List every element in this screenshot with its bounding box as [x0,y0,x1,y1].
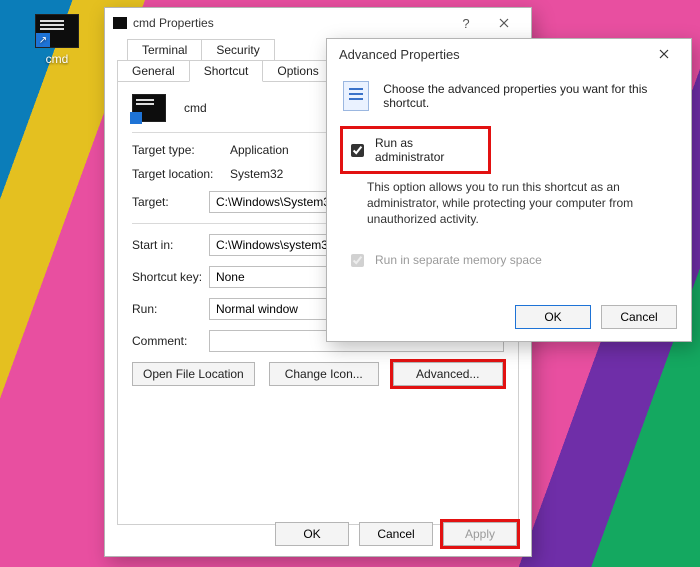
target-location-label: Target location: [132,167,230,181]
window-advanced-properties: Advanced Properties Choose the advanced … [326,38,692,342]
dialog-footer: OK Cancel [515,305,677,329]
desktop-shortcut-cmd[interactable]: ↗ cmd [30,14,84,66]
help-button[interactable] [447,8,485,38]
separate-memory-checkbox [351,254,364,267]
tab-shortcut[interactable]: Shortcut [189,60,264,82]
apply-button[interactable]: Apply [443,522,517,546]
target-label: Target: [132,195,209,209]
separate-memory-label: Run in separate memory space [375,253,542,267]
dialog-footer: OK Cancel Apply [275,522,517,546]
desktop-shortcut-label: cmd [30,52,84,66]
cancel-button[interactable]: Cancel [359,522,433,546]
separate-memory-option: Run in separate memory space [343,244,675,277]
tab-terminal[interactable]: Terminal [127,39,202,60]
window-title: Advanced Properties [339,47,460,62]
run-as-administrator-description: This option allows you to run this short… [367,179,675,228]
shortcut-arrow-icon [130,112,142,124]
cancel-button[interactable]: Cancel [601,305,677,329]
titlebar[interactable]: Advanced Properties [327,39,691,69]
window-title: cmd Properties [133,16,214,30]
properties-sheet-icon [343,81,369,111]
tab-security[interactable]: Security [201,39,274,60]
shortcut-name: cmd [184,101,207,115]
open-file-location-button[interactable]: Open File Location [132,362,255,386]
cmd-titlebar-icon [113,17,127,29]
ok-button[interactable]: OK [275,522,349,546]
shortcut-large-icon [132,94,166,122]
advanced-intro-text: Choose the advanced properties you want … [383,82,675,110]
shortcut-key-label: Shortcut key: [132,270,209,284]
tab-options[interactable]: Options [262,60,333,82]
comment-label: Comment: [132,334,209,348]
close-button[interactable] [645,39,683,69]
close-button[interactable] [485,8,523,38]
advanced-button[interactable]: Advanced... [393,362,503,386]
run-as-administrator-option[interactable]: Run as administrator [343,129,488,171]
target-type-label: Target type: [132,143,230,157]
shortcut-arrow-icon: ↗ [36,33,50,47]
change-icon-button[interactable]: Change Icon... [269,362,379,386]
run-as-administrator-checkbox[interactable] [351,144,364,157]
ok-button[interactable]: OK [515,305,591,329]
run-label: Run: [132,302,209,316]
cmd-thumbnail-icon: ↗ [35,14,79,48]
titlebar[interactable]: cmd Properties [105,8,531,38]
start-in-label: Start in: [132,238,209,252]
run-as-administrator-label: Run as administrator [375,136,482,164]
tab-general[interactable]: General [117,60,190,82]
